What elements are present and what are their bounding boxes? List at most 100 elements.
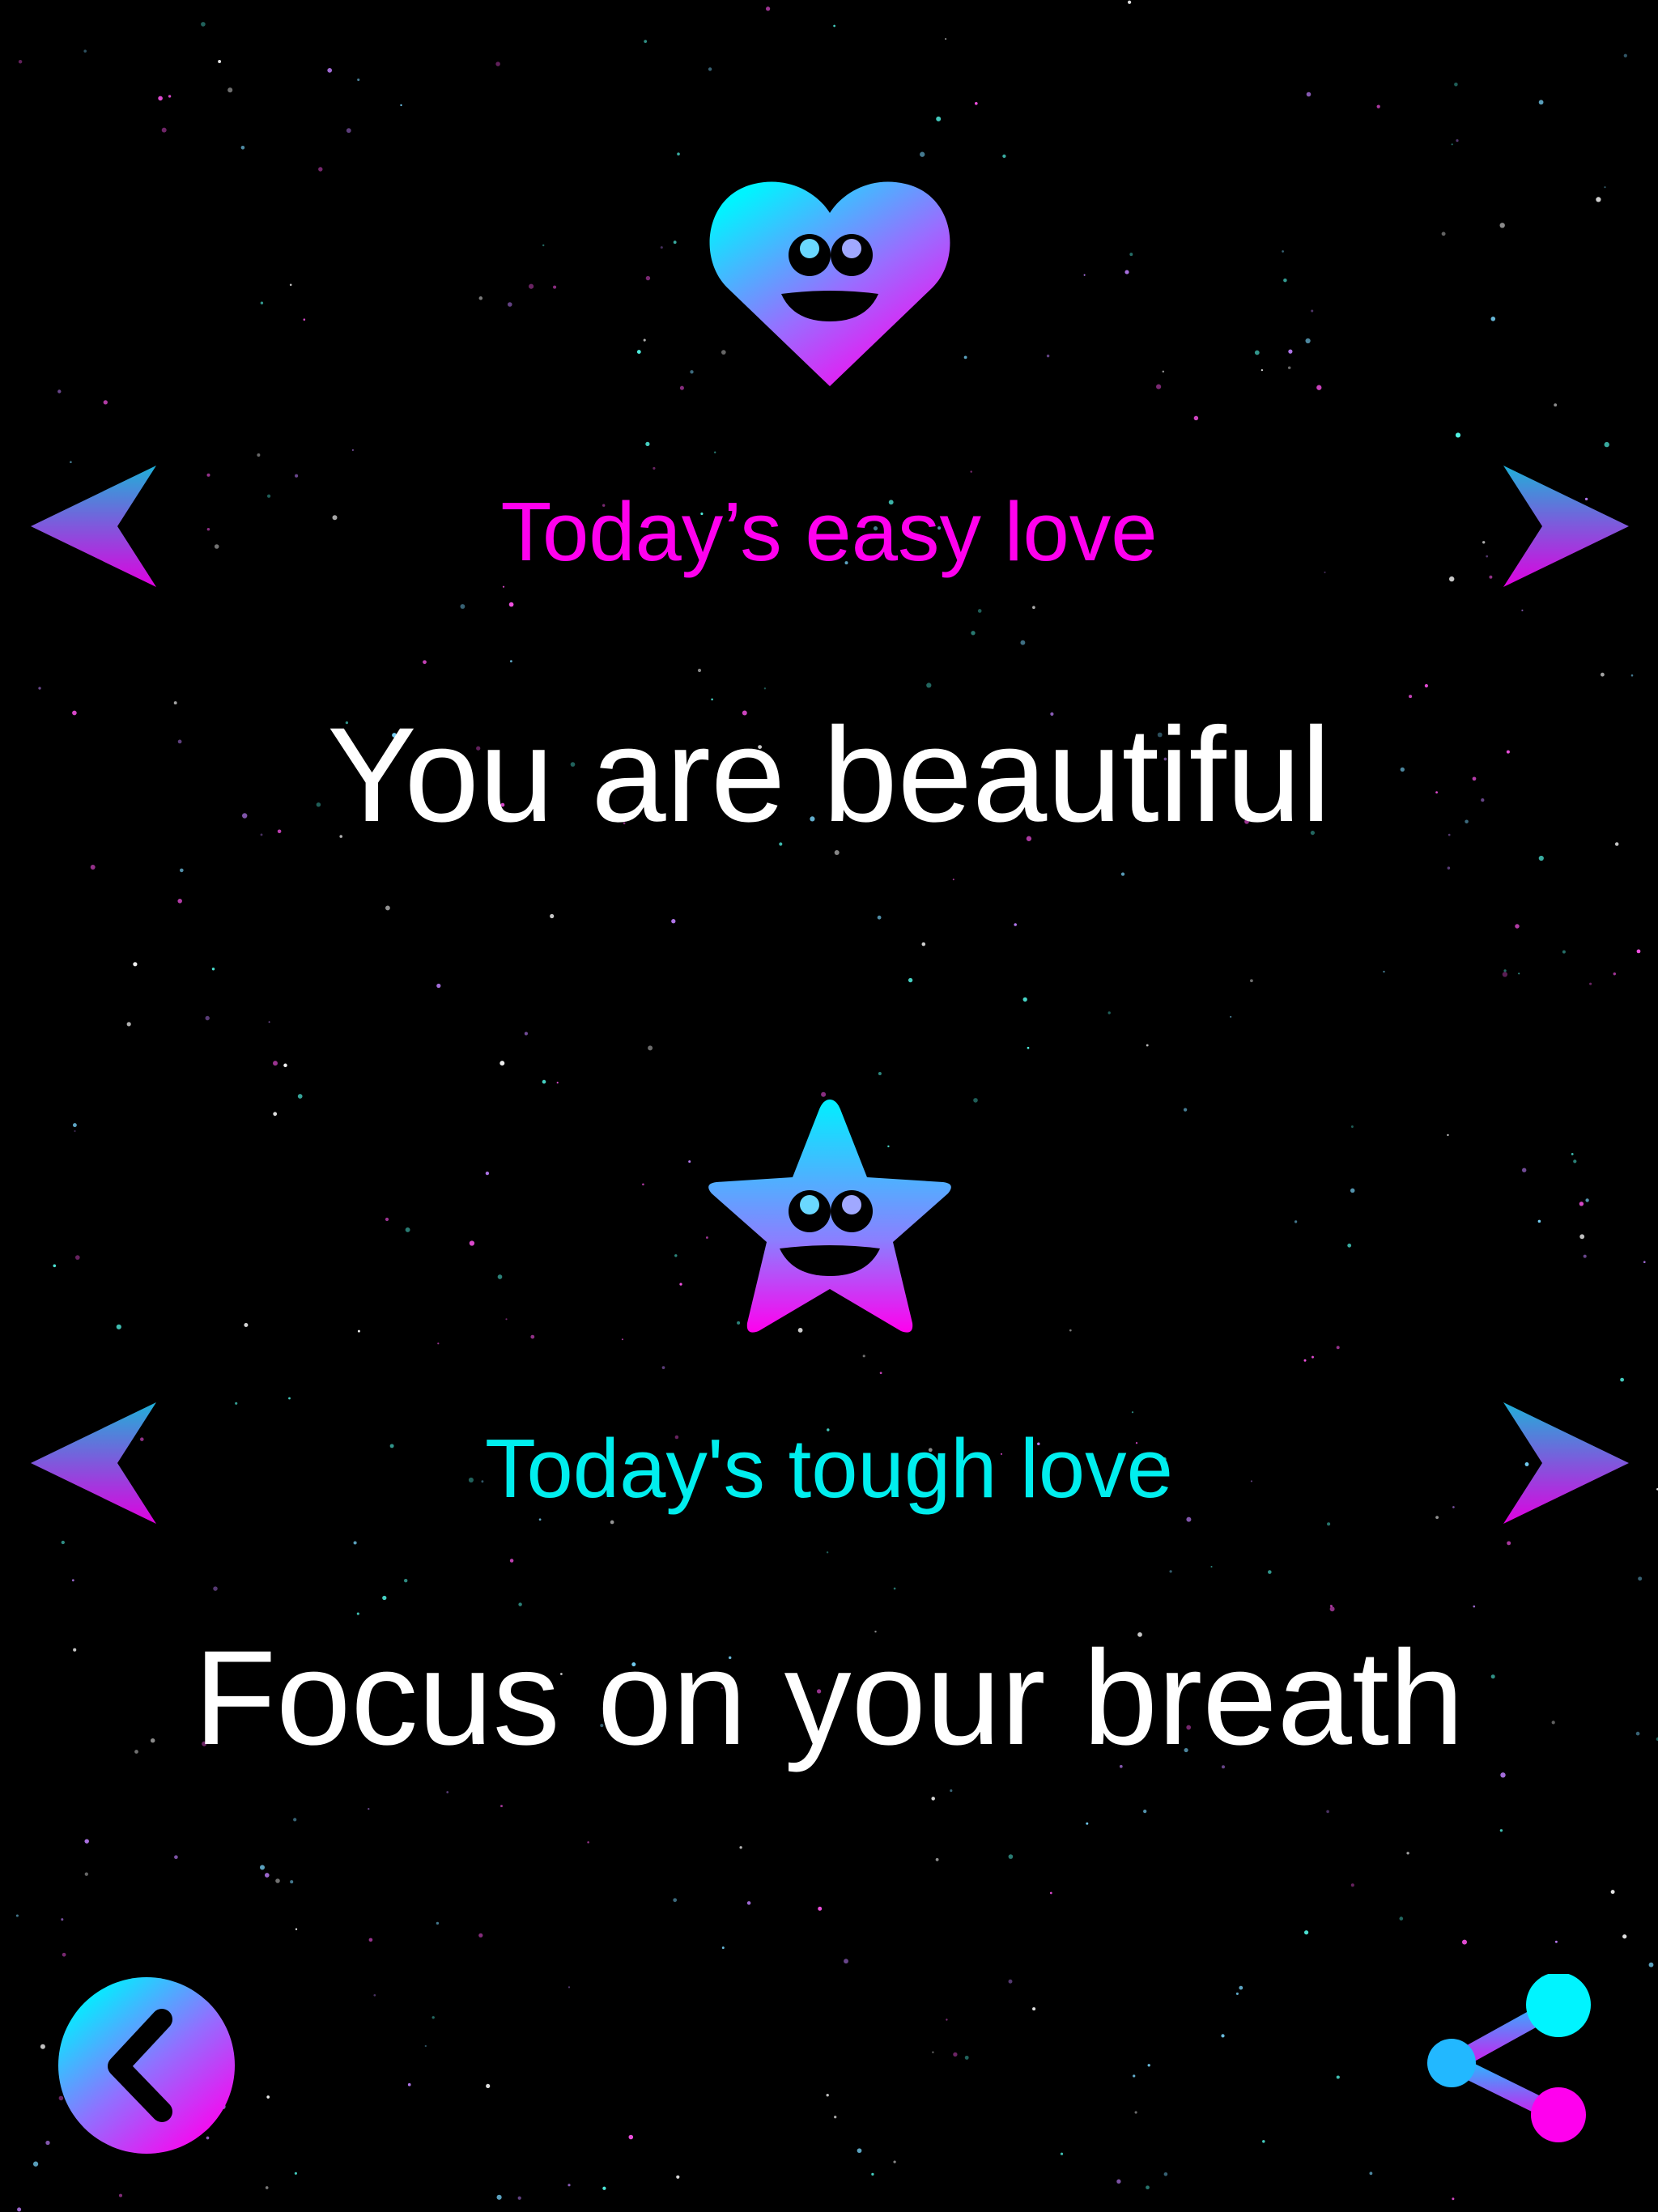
star-dot	[587, 1841, 589, 1844]
star-dot	[1596, 197, 1601, 202]
star-dot	[550, 913, 555, 919]
star-dot	[1312, 1355, 1314, 1359]
star-dot	[610, 1520, 614, 1525]
star-dot	[179, 868, 184, 873]
star-dot	[1336, 2075, 1340, 2079]
star-dot	[1311, 309, 1314, 313]
star-dot	[628, 2134, 634, 2140]
star-dot	[385, 905, 390, 911]
star-dot	[295, 474, 299, 478]
share-button[interactable]	[1421, 1972, 1599, 2152]
star-dot	[1638, 1576, 1643, 1581]
star-dot	[357, 78, 360, 82]
star-dot	[676, 2175, 680, 2179]
star-dot	[1376, 104, 1380, 108]
star-dot	[1451, 143, 1453, 146]
star-dot	[1008, 1854, 1014, 1859]
star-dot	[1489, 575, 1493, 579]
star-dot	[931, 1797, 935, 1801]
star-dot	[1399, 1916, 1404, 1921]
star-dot	[118, 2193, 123, 2197]
star-dot	[1316, 385, 1322, 390]
star-dot	[1473, 1605, 1476, 1608]
star-dot	[974, 101, 978, 105]
star-dot	[697, 668, 702, 673]
star-dot	[57, 389, 62, 393]
star-dot	[268, 1021, 270, 1023]
star-dot	[1146, 2185, 1150, 2190]
star-dot	[530, 1334, 535, 1339]
star-dot	[1250, 979, 1253, 983]
star-dot	[244, 1323, 249, 1327]
star-dot	[1254, 350, 1260, 355]
star-dot	[257, 453, 261, 457]
star-dot	[1329, 1606, 1335, 1612]
star-dot	[1350, 1883, 1354, 1887]
tough-love-label: Today's tough love	[485, 1422, 1173, 1515]
star-dot	[478, 296, 483, 300]
star-dot	[920, 151, 925, 157]
star-dot	[879, 1372, 882, 1375]
star-dot	[690, 370, 694, 374]
star-dot	[1183, 1108, 1188, 1112]
star-dot	[1116, 2179, 1121, 2184]
star-dot	[1124, 270, 1129, 274]
star-dot	[556, 1082, 559, 1084]
star-dot	[765, 6, 771, 11]
star-dot	[636, 350, 641, 355]
star-dot	[1499, 1829, 1503, 1832]
star-dot	[211, 968, 215, 971]
star-dot	[673, 240, 677, 245]
star-dot	[945, 38, 947, 40]
smiling-heart-icon	[709, 181, 950, 386]
star-dot	[1452, 2197, 1455, 2201]
star-dot	[857, 2148, 862, 2154]
star-dot	[327, 68, 333, 73]
star-dot	[103, 400, 108, 405]
star-dot	[62, 1952, 66, 1957]
star-dot	[283, 1063, 287, 1068]
star-dot	[542, 1079, 546, 1084]
star-dot	[1406, 1852, 1409, 1855]
star-dot	[1146, 1044, 1149, 1047]
star-dot	[1336, 1346, 1340, 1350]
star-dot	[423, 660, 427, 665]
star-dot	[648, 1045, 653, 1051]
star-dot	[763, 687, 767, 690]
star-dot	[1522, 1168, 1527, 1172]
star-dot	[206, 473, 210, 477]
star-dot	[952, 878, 954, 881]
star-dot	[1630, 674, 1634, 677]
star-dot	[953, 2052, 958, 2057]
star-dot	[1424, 683, 1428, 688]
star-dot	[368, 1938, 373, 1942]
star-dot	[1347, 1243, 1352, 1248]
star-dot	[373, 1993, 376, 1997]
star-dot	[1131, 1411, 1134, 1414]
star-dot	[1538, 100, 1544, 105]
star-dot	[1239, 1985, 1244, 1990]
star-dot	[964, 2055, 969, 2060]
star-dot	[1129, 253, 1133, 257]
star-dot	[502, 585, 505, 588]
star-dot	[61, 1918, 64, 1921]
star-dot	[1502, 972, 1508, 977]
star-dot	[644, 40, 648, 43]
star-dot	[1518, 972, 1520, 975]
star-dot	[1163, 2172, 1168, 2176]
star-dot	[437, 1342, 440, 1345]
star-dot	[288, 1397, 291, 1400]
star-dot	[1441, 232, 1446, 236]
star-dot	[621, 1338, 623, 1341]
star-dot	[1069, 1329, 1072, 1332]
star-dot	[436, 1921, 440, 1925]
star-dot	[679, 1283, 682, 1286]
star-dot	[1261, 368, 1264, 372]
star-dot	[505, 1318, 508, 1321]
star-dot	[518, 1602, 522, 1606]
star-dot	[1455, 432, 1461, 438]
star-dot	[436, 983, 441, 989]
star-dot	[602, 2186, 606, 2190]
star-dot	[1447, 1134, 1449, 1137]
back-button[interactable]	[58, 1977, 235, 2154]
